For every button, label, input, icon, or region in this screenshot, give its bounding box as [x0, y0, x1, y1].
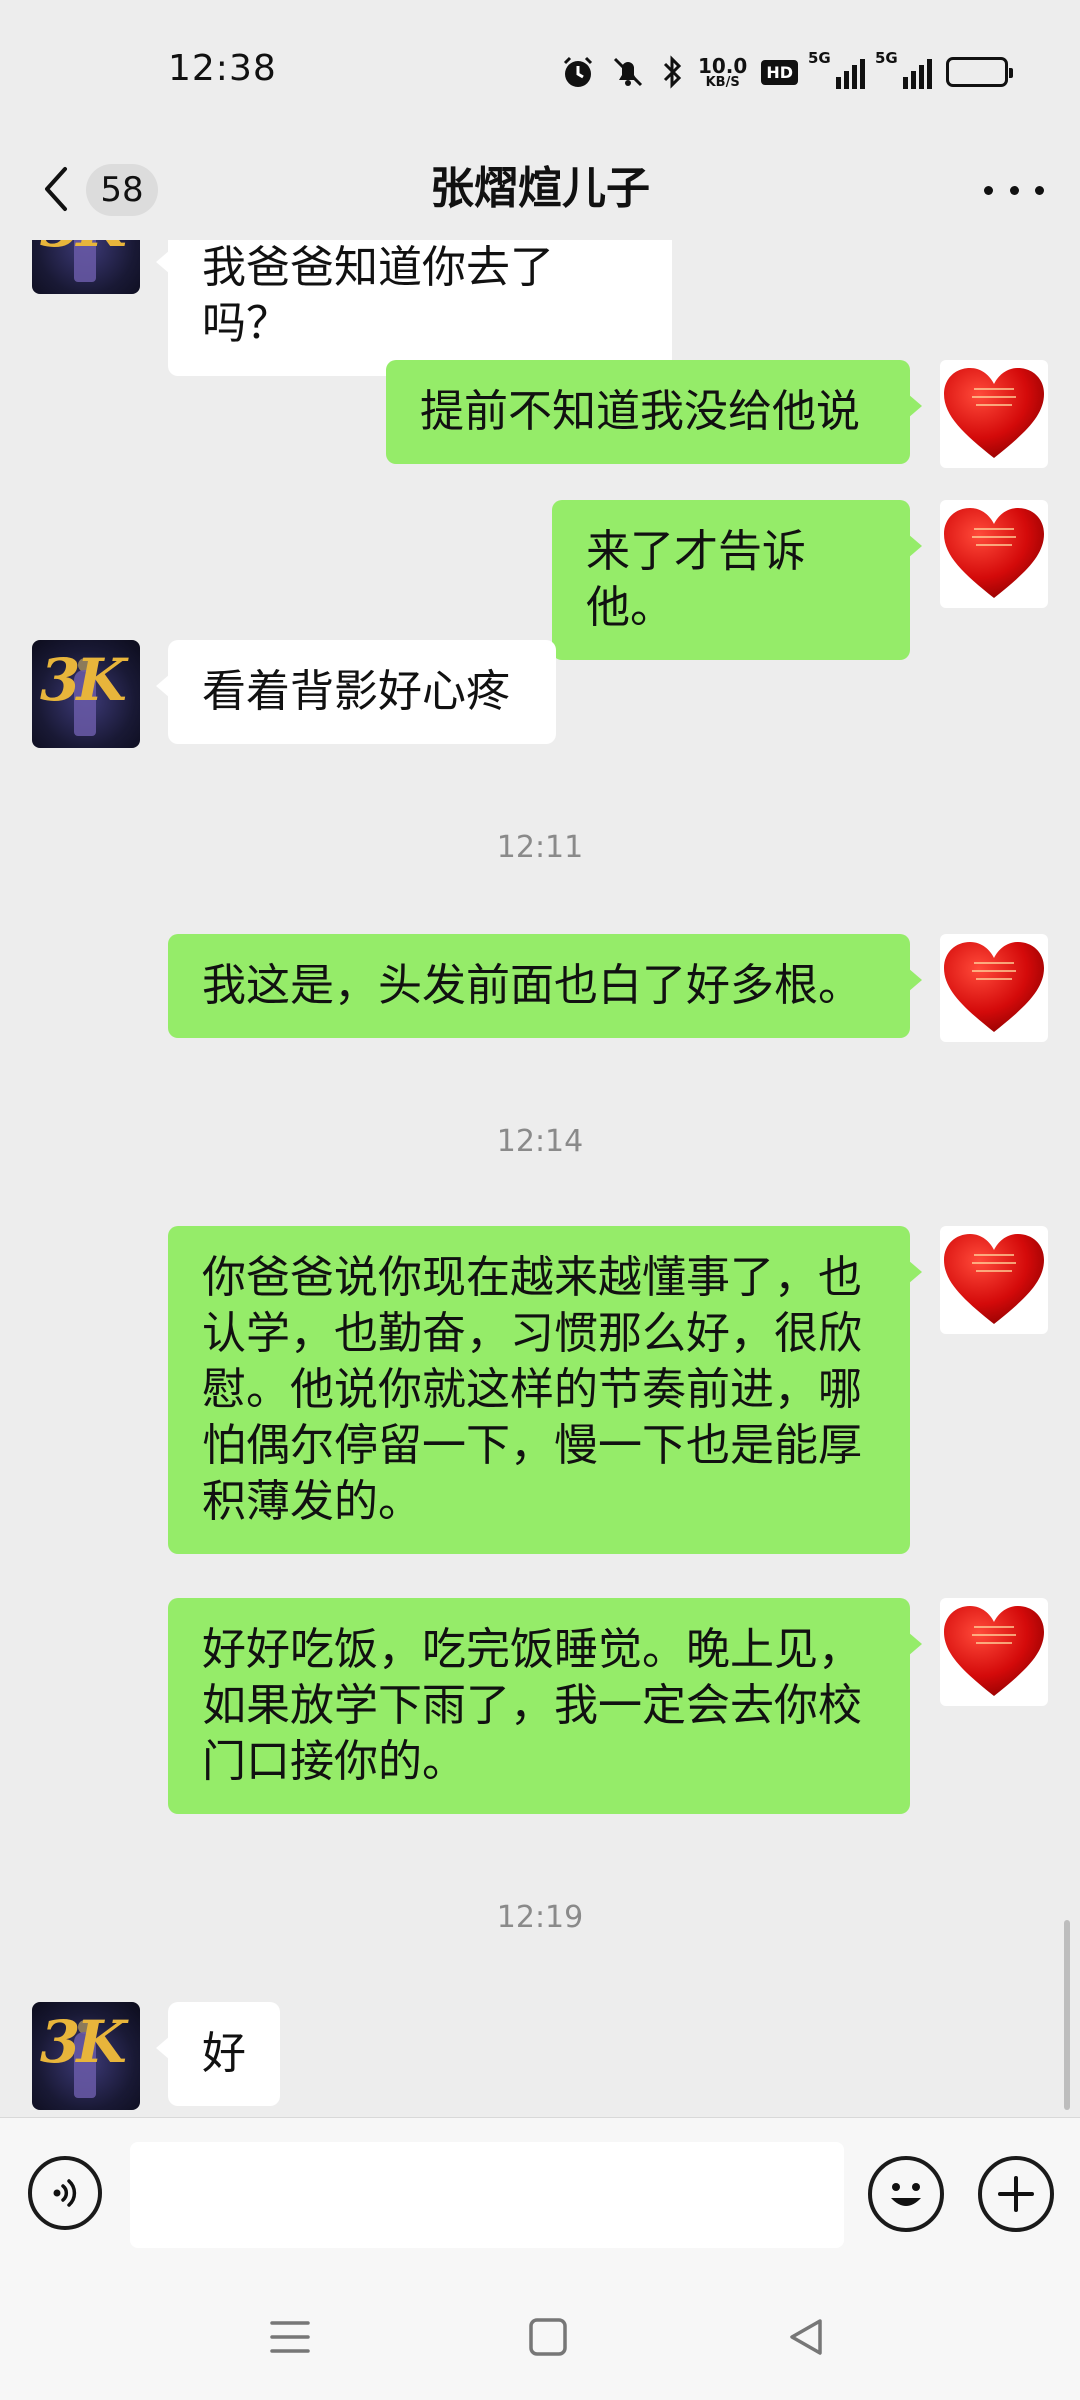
- heart-icon: [944, 1234, 1044, 1324]
- timestamp: 12:11: [496, 830, 584, 865]
- battery-icon: [946, 57, 1013, 87]
- my-avatar[interactable]: [940, 360, 1048, 468]
- more-options-button[interactable]: [984, 162, 1044, 218]
- heart-icon: [944, 368, 1044, 458]
- voice-input-button[interactable]: [28, 2156, 102, 2230]
- mute-icon: [610, 54, 646, 90]
- network-speed: 10.0 KB/S: [698, 56, 747, 89]
- bluetooth-icon: [660, 54, 684, 90]
- back-nav-button[interactable]: [776, 2307, 836, 2367]
- message-bubble-sent[interactable]: 来了才告诉他。: [552, 500, 922, 660]
- message-bubble-received[interactable]: 好: [156, 2002, 280, 2106]
- system-nav-bar: [0, 2277, 1080, 2400]
- my-avatar[interactable]: [940, 934, 1048, 1042]
- alarm-icon: [560, 54, 596, 90]
- avatar-text: 3K: [40, 2008, 127, 2076]
- sim1-label: 5G: [808, 49, 831, 67]
- message-bubble-sent[interactable]: 提前不知道我没给他说: [386, 360, 922, 464]
- home-nav-button[interactable]: [518, 2307, 578, 2367]
- my-avatar[interactable]: [940, 1598, 1048, 1706]
- more-actions-button[interactable]: [978, 2156, 1054, 2232]
- avatar-text: 3K: [40, 646, 127, 714]
- message-bubble-sent[interactable]: 我这是，头发前面也白了好多根。: [168, 934, 922, 1038]
- voice-icon: [53, 2179, 77, 2207]
- timestamp: 12:19: [496, 1900, 584, 1935]
- back-triangle-icon: [790, 2319, 822, 2355]
- my-avatar[interactable]: [940, 1226, 1048, 1334]
- avatar-text: 3K: [40, 240, 127, 260]
- message-input[interactable]: [130, 2142, 844, 2248]
- dot-icon: [1035, 185, 1044, 195]
- chat-header: 58 张熠煊儿子: [0, 140, 1080, 240]
- network-speed-unit: KB/S: [705, 74, 740, 90]
- contact-avatar[interactable]: 3K: [32, 640, 140, 748]
- signal-sim1-icon: 5G: [808, 49, 865, 89]
- sim2-label: 5G: [875, 49, 898, 67]
- heart-icon: [944, 1606, 1044, 1696]
- contact-avatar[interactable]: 3K: [32, 2002, 140, 2110]
- plus-icon: [998, 2176, 1034, 2212]
- dot-icon: [984, 185, 993, 195]
- input-bar: [0, 2117, 1080, 2277]
- menu-icon: [270, 2321, 310, 2353]
- hd-icon: HD: [761, 59, 798, 85]
- emoji-button[interactable]: [868, 2156, 944, 2232]
- status-time: 12:38: [168, 48, 277, 89]
- scrollbar[interactable]: [1064, 1920, 1070, 2110]
- dot-icon: [1009, 185, 1019, 195]
- timestamp: 12:14: [496, 1124, 584, 1159]
- chat-title: 张熠煊儿子: [430, 163, 650, 214]
- status-bar: 12:38 10.0 KB/S HD 5G 5G: [0, 0, 1080, 140]
- heart-icon: [944, 942, 1044, 1032]
- contact-avatar[interactable]: 3K: [32, 240, 140, 294]
- message-bubble-received[interactable]: 看着背影好心疼: [156, 640, 556, 744]
- status-icons: 10.0 KB/S HD 5G 5G: [560, 49, 1013, 94]
- emoji-icon: [891, 2183, 921, 2206]
- home-square-icon: [529, 2318, 567, 2356]
- menu-nav-button[interactable]: [260, 2307, 320, 2367]
- message-bubble-sent[interactable]: 你爸爸说你现在越来越懂事了，也认学，也勤奋，习惯那么好，很欣慰。他说你就这样的节…: [168, 1226, 922, 1554]
- signal-sim2-icon: 5G: [875, 49, 932, 89]
- message-bubble-received[interactable]: 我爸爸知道你去了吗？: [156, 240, 672, 376]
- my-avatar[interactable]: [940, 500, 1048, 608]
- message-list[interactable]: 3K 我爸爸知道你去了吗？ 提前不知道我没给他说 来了才告诉他。 3K 看着背影…: [0, 240, 1080, 2117]
- message-bubble-sent[interactable]: 好好吃饭，吃完饭睡觉。晚上见，如果放学下雨了，我一定会去你校门口接你的。: [168, 1598, 922, 1814]
- network-speed-value: 10.0: [697, 53, 748, 78]
- heart-icon: [944, 508, 1044, 598]
